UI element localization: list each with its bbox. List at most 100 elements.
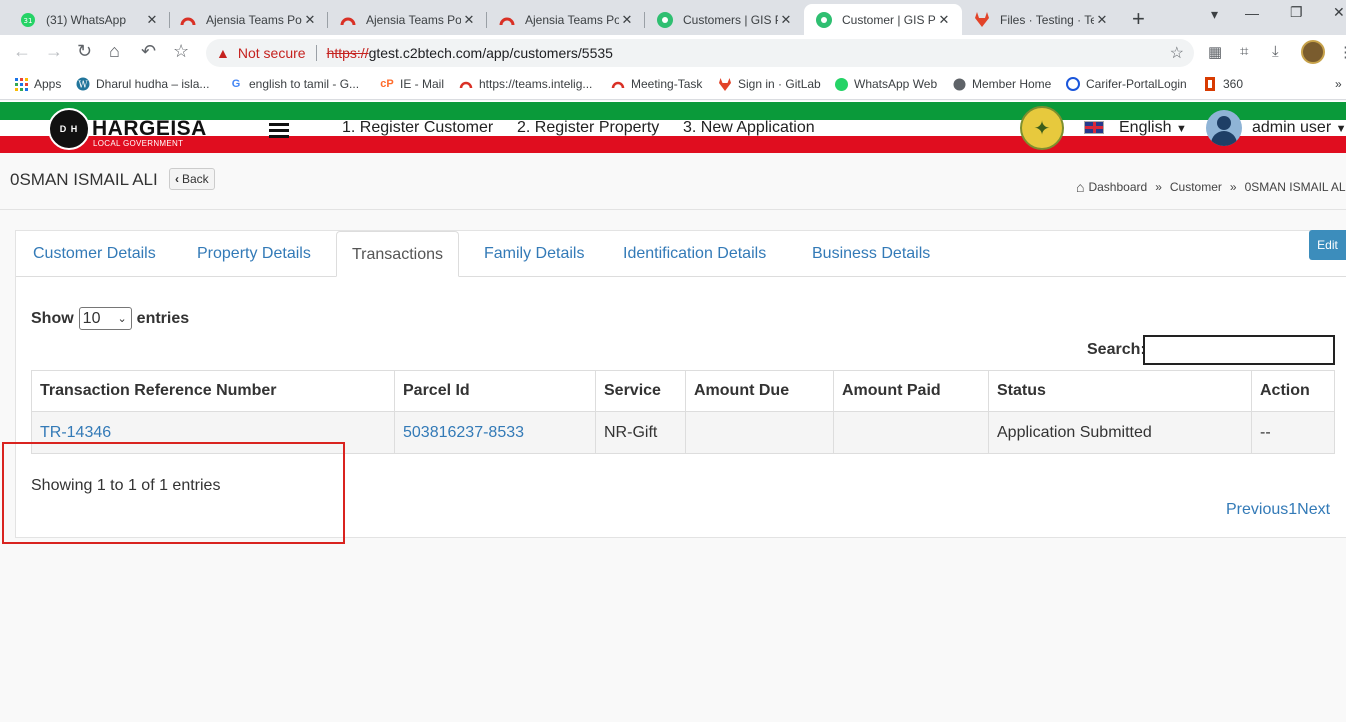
bookmark-item[interactable]: Carifer-PortalLogin [1066, 77, 1187, 91]
window-close-icon[interactable]: ✕ [1333, 4, 1345, 21]
edit-button[interactable]: Edit [1309, 230, 1346, 260]
back-arrow-icon[interactable]: ← [13, 41, 31, 62]
home-icon[interactable]: ⌂ [109, 41, 120, 62]
browser-tab[interactable]: Customers | GIS P ✕ [645, 4, 804, 35]
browser-tab[interactable]: Ajensia Teams Por ✕ [328, 4, 487, 35]
crop-icon[interactable]: ⌗ [1240, 43, 1248, 60]
wordpress-icon: W [76, 77, 90, 91]
bookmark-item[interactable]: Genglish to tamil - G... [229, 77, 359, 91]
bookmark-item[interactable]: Member Home [952, 77, 1051, 91]
svg-text:31: 31 [24, 17, 33, 25]
menu-kebab-icon[interactable]: ⋮ [1338, 43, 1346, 61]
globe-icon [952, 77, 966, 91]
bookmark-item[interactable]: Meeting-Task [611, 77, 702, 91]
nav-register-customer[interactable]: 1. Register Customer [342, 119, 493, 137]
tab-property-details[interactable]: Property Details [197, 245, 311, 263]
close-icon[interactable]: ✕ [302, 12, 318, 28]
tab-search-icon[interactable]: ▾ [1211, 6, 1218, 23]
restore-icon[interactable]: ❐ [1290, 4, 1303, 21]
uk-flag-icon [1084, 121, 1104, 134]
bookmarks-bar: Apps W Dharul hudha – isla... Genglish to… [0, 70, 1346, 100]
tab-customer-details[interactable]: Customer Details [33, 245, 156, 263]
parcel-id-link[interactable]: 503816237-8533 [403, 424, 524, 441]
entries-select[interactable]: 10 ⌄ [78, 307, 132, 330]
forward-arrow-icon[interactable]: → [45, 41, 63, 62]
bookmark-item[interactable]: Apps [14, 77, 61, 91]
bookmark-item[interactable]: cP IE - Mail [380, 77, 444, 91]
browser-tab-strip: 31 (31) WhatsApp ✕ Ajensia Teams Por ✕ A… [0, 0, 1346, 35]
tab-business-details[interactable]: Business Details [812, 245, 930, 263]
download-icon[interactable]: ⤓ [1272, 43, 1279, 60]
breadcrumb-dashboard[interactable]: Dashboard [1088, 180, 1147, 194]
cell-parcel-id: 503816237-8533 [394, 411, 596, 454]
user-menu[interactable]: admin user ▼ [1252, 119, 1346, 137]
close-icon[interactable]: ✕ [936, 12, 952, 28]
tab-title: Customers | GIS P [683, 12, 778, 27]
minimize-icon[interactable]: — [1245, 5, 1259, 21]
close-icon[interactable]: ✕ [619, 12, 635, 28]
bookmark-item[interactable]: W Dharul hudha – isla... [76, 77, 209, 91]
google-icon: G [231, 78, 241, 90]
bookmark-item[interactable]: https://teams.intelig... [459, 77, 592, 91]
tab-identification-details[interactable]: Identification Details [623, 245, 766, 263]
column-header[interactable]: Amount Due [685, 370, 834, 412]
column-header[interactable]: Transaction Reference Number [31, 370, 395, 412]
home-icon: ⌂ [1076, 179, 1085, 195]
cpanel-icon: cP [380, 78, 394, 90]
tab-title: Customer | GIS Po [842, 12, 936, 27]
bookmark-item[interactable]: 360 [1203, 77, 1243, 91]
close-icon[interactable]: ✕ [1094, 12, 1110, 28]
url-text: gtest.c2btech.com/app/customers/5535 [368, 45, 613, 61]
column-header[interactable]: Parcel Id [394, 370, 596, 412]
bookmark-item[interactable]: Sign in · GitLab [718, 77, 821, 91]
more-bookmarks-icon[interactable]: » [1335, 77, 1342, 91]
close-icon[interactable]: ✕ [778, 12, 794, 28]
column-header[interactable]: Amount Paid [833, 370, 989, 412]
office-icon [1203, 77, 1217, 91]
nav-new-application[interactable]: 3. New Application [683, 119, 815, 137]
logo-emblem[interactable]: D H [48, 108, 90, 150]
browser-tab[interactable]: 31 (31) WhatsApp ✕ [8, 4, 170, 35]
logo-text[interactable]: HARGEISA [92, 117, 207, 141]
language-dropdown[interactable]: English ▼ [1119, 119, 1187, 137]
browser-tab[interactable]: Ajensia Teams Por ✕ [168, 4, 328, 35]
page-1-button[interactable]: 1 [1288, 501, 1297, 518]
nav-register-property[interactable]: 2. Register Property [517, 119, 659, 137]
next-button[interactable]: Next [1297, 501, 1330, 518]
search-label: Search: [1087, 341, 1146, 358]
search-input[interactable] [1143, 335, 1335, 365]
breadcrumb-customer[interactable]: Customer [1170, 180, 1222, 194]
browser-tab-active[interactable]: Customer | GIS Po ✕ [804, 4, 962, 35]
new-tab-button[interactable]: + [1132, 6, 1145, 32]
star-icon[interactable]: ☆ [1170, 43, 1184, 63]
extensions-icon[interactable]: ▦ [1208, 43, 1222, 61]
hamburger-menu-icon[interactable] [269, 123, 289, 141]
column-header[interactable]: Service [595, 370, 686, 412]
teams-icon [340, 12, 356, 28]
teams-icon [459, 77, 473, 91]
close-icon[interactable]: ✕ [461, 12, 477, 28]
carifer-icon [1066, 77, 1080, 91]
tab-family-details[interactable]: Family Details [484, 245, 584, 263]
column-header[interactable]: Status [988, 370, 1252, 412]
profile-avatar[interactable] [1301, 40, 1325, 64]
browser-tab[interactable]: Files · Testing · Te ✕ [962, 4, 1120, 35]
cell-action: -- [1251, 411, 1335, 454]
close-icon[interactable]: ✕ [144, 12, 160, 28]
transaction-ref-link[interactable]: TR-14346 [40, 424, 111, 441]
tab-title: (31) WhatsApp [46, 12, 127, 27]
back-button[interactable]: ‹ Back [169, 168, 215, 190]
bookmark-item[interactable]: WhatsApp Web [834, 77, 937, 91]
browser-toolbar: ← → ↻ ⌂ ↶ ☆ ▲ Not secure https:// gtest.… [0, 35, 1346, 70]
browser-tab[interactable]: Ajensia Teams Por ✕ [487, 4, 645, 35]
logo-subtitle: LOCAL GOVERNMENT [93, 139, 184, 148]
reload-icon[interactable]: ↻ [77, 41, 92, 62]
column-header[interactable]: Action [1251, 370, 1335, 412]
previous-button[interactable]: Previous [1226, 501, 1288, 518]
tab-transactions[interactable]: Transactions [336, 231, 459, 277]
not-secure-label[interactable]: Not secure [238, 45, 306, 61]
bookmark-star-icon[interactable]: ☆ [173, 41, 189, 62]
user-avatar[interactable] [1206, 110, 1242, 146]
undo-icon[interactable]: ↶ [141, 41, 156, 62]
address-bar[interactable]: ▲ Not secure https:// gtest.c2btech.com/… [206, 39, 1194, 67]
